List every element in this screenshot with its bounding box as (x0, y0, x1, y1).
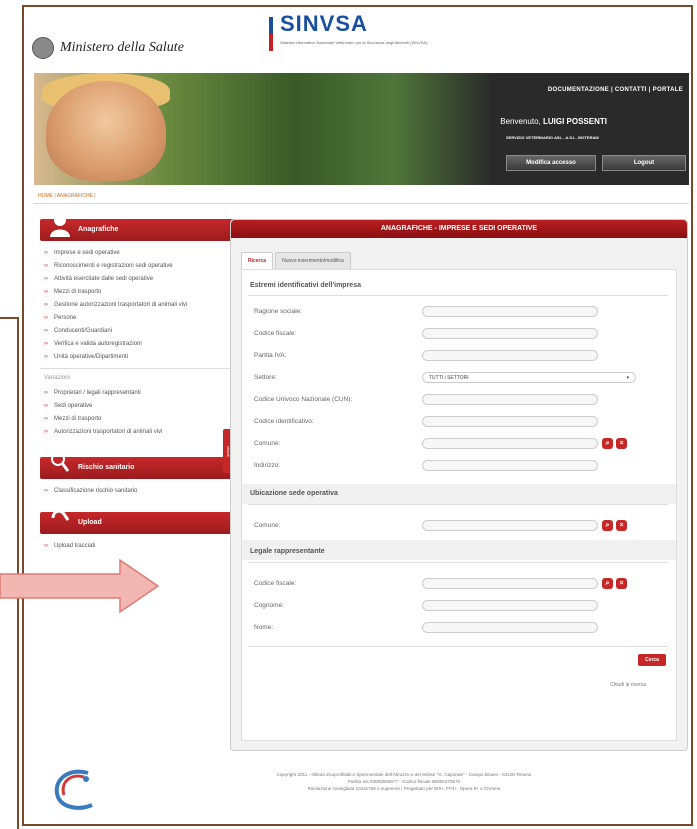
section-divider (248, 562, 668, 563)
label-indirizzo: Indirizzo: (254, 462, 281, 469)
upload-icon (51, 509, 70, 521)
codice-fiscale-legale-input[interactable] (422, 578, 598, 589)
sidebar-section-variazioni: Variazioni (40, 368, 236, 387)
search-icon[interactable]: ⌕ (602, 520, 613, 531)
person-icon (50, 214, 70, 237)
sidebar-item-attivita[interactable]: Attività esercitate dalle sedi operative (40, 273, 236, 286)
label-partita-iva: Partita IVA: (254, 352, 287, 359)
section-title-impresa: Estremi identificativi dell'impresa (250, 282, 361, 289)
risk-icon (51, 452, 70, 472)
sidebar-item-mezzi-variazioni[interactable]: Mezzi di trasporto (40, 413, 236, 426)
footer-requirements: Risoluzione consigliata 1024x768 o super… (307, 786, 501, 791)
sidebar-item-mezzi[interactable]: Mezzi di trasporto (40, 286, 236, 299)
main-panel: ANAGRAFICHE - IMPRESE E SEDI OPERATIVE R… (230, 219, 688, 751)
sidebar-header-label: Anagrafiche (78, 226, 119, 233)
label-comune: Comune: (254, 440, 281, 447)
sidebar-item-classificazione[interactable]: Classificazione rischio sanitario (40, 485, 236, 498)
welcome-prefix: Benvenuto, (500, 117, 541, 126)
comune-sede-input[interactable] (422, 520, 598, 531)
sidebar-header-label: Upload (78, 519, 102, 526)
label-nome: Nome: (254, 624, 274, 631)
institute-logo (54, 769, 93, 810)
section-divider (248, 646, 668, 647)
chevron-down-icon: ▾ (626, 375, 629, 381)
ministry-logo: Ministero della Salute (32, 37, 184, 59)
logout-button[interactable]: Logout (602, 155, 686, 171)
app-title: SINVSA (280, 11, 368, 36)
sidebar-item-sedi[interactable]: Sedi operative (40, 400, 236, 413)
sidebar: Anagrafiche Imprese e sedi operative Ric… (40, 214, 236, 553)
section-title-ubicazione: Ubicazione sede operativa (250, 490, 338, 497)
clear-icon[interactable]: × (616, 438, 627, 449)
sidebar-item-verifica[interactable]: Verifica e valida autoregistrazioni (40, 338, 236, 351)
partita-iva-input[interactable] (422, 350, 598, 361)
sidebar-item-persone[interactable]: Persone (40, 312, 236, 325)
sidebar-item-upload[interactable]: Upload tracciati (40, 540, 236, 553)
label-codice-fiscale: Codice fiscale: (254, 330, 297, 337)
nome-input[interactable] (422, 622, 598, 633)
top-navigation[interactable]: DOCUMENTAZIONE | CONTATTI | PORTALE (548, 87, 683, 93)
sidebar-item-riconoscimenti[interactable]: Riconoscimenti e registrazioni sedi oper… (40, 260, 236, 273)
search-form: Estremi identificativi dell'impresa Ragi… (241, 269, 677, 741)
site-footer: Copyright 2011 - Istituto Zooprofilattic… (34, 765, 689, 823)
label-settore: Settore: (254, 374, 277, 381)
panel-tabs: Ricerca Nuovo inserimento/modifica (241, 252, 351, 269)
search-icon[interactable]: ⌕ (602, 438, 613, 449)
tab-nuovo-inserimento[interactable]: Nuovo inserimento/modifica (275, 252, 351, 269)
settore-selected-value: TUTTI i SETTORI (429, 375, 469, 381)
hero-banner: DOCUMENTAZIONE | CONTATTI | PORTALE Benv… (34, 73, 689, 185)
label-comune-sede: Comune: (254, 522, 281, 529)
republic-emblem-icon (32, 37, 54, 59)
sidebar-item-conducenti[interactable]: Conducenti/Guardiani (40, 325, 236, 338)
indirizzo-input[interactable] (422, 460, 598, 471)
sidebar-header-anagrafiche[interactable]: Anagrafiche (40, 214, 236, 241)
tab-ricerca[interactable]: Ricerca (241, 252, 274, 269)
app-subtitle: Sistema Informativo Nazionale Veterinari… (280, 40, 428, 45)
ministry-name: Ministero della Salute (60, 40, 184, 55)
user-service: SERVIZIO VETERINARIO ASL - A.S.L. 000TER… (506, 135, 599, 140)
search-icon[interactable]: ⌕ (602, 578, 613, 589)
sidebar-item-autorizzazioni[interactable]: Gestione autorizzazioni trasportatori di… (40, 299, 236, 312)
sidebar-header-rischio[interactable]: Rischio sanitario (40, 452, 236, 479)
label-ragione-sociale: Ragione sociale: (254, 308, 303, 315)
label-cognome: Cognome: (254, 602, 284, 609)
user-name: LUIGI POSSENTI (542, 117, 607, 126)
ragione-sociale-input[interactable] (422, 306, 598, 317)
label-cun: Codice Univoco Nazionale (CUN): (254, 396, 353, 403)
search-button[interactable]: Cerca (638, 654, 666, 666)
clear-icon[interactable]: × (616, 520, 627, 531)
footer-copyright: Copyright 2011 - Istituto Zooprofilattic… (276, 772, 532, 777)
footer-text: Copyright 2011 - Istituto Zooprofilattic… (124, 771, 684, 792)
cun-input[interactable] (422, 394, 598, 405)
screenshot-frame: Ministero della Salute SINVSA Sistema In… (22, 5, 693, 826)
label-codice-identificativo: Codice identificativo: (254, 418, 314, 425)
codice-fiscale-input[interactable] (422, 328, 598, 339)
site-header: Ministero della Salute SINVSA Sistema In… (24, 7, 691, 73)
sinvsa-logo-bar (269, 17, 273, 51)
modify-access-button[interactable]: Modifica accesso (506, 155, 596, 171)
annotation-arrow-icon (0, 558, 160, 614)
sidebar-header-label: Rischio sanitario (78, 464, 135, 471)
sidebar-item-autorizzazioni-variazioni[interactable]: Autorizzazioni trasportatori di animali … (40, 426, 236, 439)
breadcrumb[interactable]: HOME | ANAGRAFICHE | (38, 193, 96, 199)
comune-input[interactable] (422, 438, 598, 449)
section-divider (248, 504, 668, 505)
settore-select[interactable]: TUTTI i SETTORI ▾ (422, 372, 636, 383)
codice-identificativo-input[interactable] (422, 416, 598, 427)
cognome-input[interactable] (422, 600, 598, 611)
sidebar-item-proprietari[interactable]: Proprietari / legali rappresentanti (40, 387, 236, 400)
section-divider (248, 295, 668, 296)
sidebar-header-upload[interactable]: Upload (40, 509, 236, 534)
banner-photo (46, 81, 166, 181)
sidebar-item-imprese[interactable]: Imprese e sedi operative (40, 247, 236, 260)
footer-vat: Partita Iva 00083550677 - Codice fiscale… (347, 779, 461, 784)
section-title-legale: Legale rappresentante (250, 548, 325, 555)
label-codice-fiscale-legale: Codice fiscale: (254, 580, 297, 587)
welcome-message: Benvenuto, LUIGI POSSENTI (500, 117, 607, 126)
panel-title: ANAGRAFICHE - IMPRESE E SEDI OPERATIVE (231, 220, 687, 238)
breadcrumb-divider (34, 203, 689, 204)
close-search-link[interactable]: Chiudi la ricerca (610, 682, 646, 688)
clear-icon[interactable]: × (616, 578, 627, 589)
sidebar-item-unita[interactable]: Unità operative/Dipartimenti (40, 351, 236, 364)
